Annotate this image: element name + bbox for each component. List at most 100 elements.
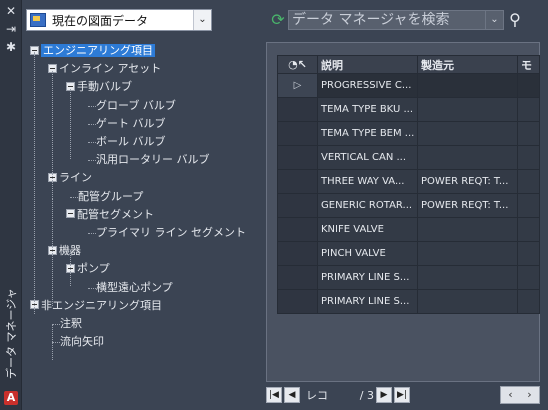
table-row[interactable]: PRIMARY LINE S... [277, 265, 540, 290]
pin-icon[interactable]: ⇥ [4, 22, 18, 36]
row-selector[interactable] [277, 193, 318, 218]
tree-node[interactable]: 横型遠心ポンプ [88, 280, 173, 296]
row-selector[interactable] [277, 169, 318, 194]
record-count: / 3 [359, 388, 374, 402]
tree-node[interactable]: エンジニアリング項目 [30, 43, 155, 59]
cell-description[interactable]: THREE WAY VA... [317, 169, 418, 194]
cell-manufacturer[interactable] [417, 265, 518, 290]
row-selector[interactable] [277, 217, 318, 242]
drawing-data-selector[interactable]: 現在の図面データ ⌄ [26, 9, 212, 31]
tree-node[interactable]: 配管グループ [70, 189, 143, 205]
cell-description[interactable]: VERTICAL CAN ... [317, 145, 418, 170]
cell-model[interactable] [517, 145, 540, 170]
tree-node-label: ポンプ [77, 262, 110, 276]
tree-node[interactable]: 手動バルブ [66, 79, 132, 95]
cell-manufacturer[interactable]: POWER REQT: T... [417, 169, 518, 194]
tree-node[interactable]: インライン アセット [48, 61, 161, 77]
tree-guide-line [52, 324, 53, 360]
cell-description[interactable]: PRIMARY LINE S... [317, 289, 418, 314]
cell-model[interactable] [517, 217, 540, 242]
tree-node[interactable]: グローブ バルブ [88, 98, 176, 114]
tree-node-label: プライマリ ライン セグメント [96, 226, 246, 239]
table-row[interactable]: ▷ PROGRESSIVE C... [277, 73, 540, 98]
tree-connector [52, 342, 60, 344]
autocad-logo-icon[interactable]: A [4, 391, 18, 405]
search-dropdown-chevron-icon[interactable]: ⌄ [486, 10, 504, 30]
collapse-toggle-icon[interactable] [66, 209, 75, 219]
cell-description[interactable]: PRIMARY LINE S... [317, 265, 418, 290]
cell-manufacturer[interactable] [417, 97, 518, 122]
cell-description[interactable]: KNIFE VALVE [317, 217, 418, 242]
tree-connector [88, 142, 96, 143]
row-selector[interactable] [277, 121, 318, 146]
cell-model[interactable] [517, 193, 540, 218]
table-row[interactable]: PRIMARY LINE S... [277, 289, 540, 314]
tree-node-label: 流向矢印 [60, 335, 104, 349]
tree-node[interactable]: ライン [48, 170, 92, 186]
cell-model[interactable] [517, 121, 540, 146]
table-row[interactable]: GENERIC ROTAR... POWER REQT: T... [277, 193, 540, 218]
cursor-select-icon[interactable]: ◔↖ [288, 58, 307, 71]
drawing-icon [30, 13, 46, 27]
refresh-icon[interactable]: ⟳ [268, 10, 288, 30]
cell-description[interactable]: PROGRESSIVE C... [317, 73, 418, 98]
tree-node[interactable]: 注釈 [52, 316, 82, 332]
scroll-left-icon[interactable]: ‹ [501, 387, 520, 403]
cell-model[interactable] [517, 265, 540, 290]
cell-model[interactable] [517, 289, 540, 314]
tree-connector [88, 287, 96, 289]
cell-description[interactable]: GENERIC ROTAR... [317, 193, 418, 218]
row-selector[interactable] [277, 97, 318, 122]
tree-node[interactable]: ゲート バルブ [88, 116, 166, 132]
tree-connector [88, 233, 96, 234]
table-row[interactable]: TEMA TYPE BEM ... [277, 121, 540, 146]
column-header-model[interactable]: モ [517, 55, 540, 74]
tree-node[interactable]: 流向矢印 [52, 334, 104, 350]
current-row-indicator-icon[interactable]: ▷ [277, 73, 318, 98]
tree-node-label: グローブ バルブ [96, 98, 176, 112]
tree-node[interactable]: プライマリ ライン セグメント [88, 225, 246, 241]
cell-manufacturer[interactable] [417, 289, 518, 314]
close-icon[interactable]: ✕ [4, 4, 18, 18]
cell-model[interactable] [517, 97, 540, 122]
tree-node[interactable]: 非エンジニアリング項目 [30, 298, 162, 314]
column-header-manufacturer[interactable]: 製造元 [417, 55, 518, 74]
first-record-button[interactable]: |◀ [266, 387, 282, 403]
chevron-down-icon[interactable]: ⌄ [193, 10, 211, 30]
row-selector[interactable] [277, 241, 318, 266]
scroll-right-icon[interactable]: › [520, 387, 539, 403]
row-select-header[interactable]: ◔↖ [277, 55, 318, 74]
row-selector[interactable] [277, 265, 318, 290]
tree-node[interactable]: ポンプ [66, 261, 110, 277]
column-header-description[interactable]: 説明 [317, 55, 418, 74]
cell-manufacturer[interactable] [417, 121, 518, 146]
previous-record-button[interactable]: ◀ [284, 387, 300, 403]
cell-model[interactable] [517, 73, 540, 98]
cell-description[interactable]: TEMA TYPE BKU ... [317, 97, 418, 122]
table-row[interactable]: PINCH VALVE [277, 241, 540, 266]
search-input[interactable]: データ マネージャを検索 [288, 10, 486, 30]
row-selector[interactable] [277, 289, 318, 314]
cell-manufacturer[interactable] [417, 217, 518, 242]
search-icon[interactable]: ⚲ [504, 10, 526, 30]
table-row[interactable]: THREE WAY VA... POWER REQT: T... [277, 169, 540, 194]
cell-model[interactable] [517, 241, 540, 266]
table-row[interactable]: VERTICAL CAN ... [277, 145, 540, 170]
tree-node[interactable]: 汎用ロータリー バルブ [88, 152, 210, 168]
next-record-button[interactable]: ▶ [376, 387, 392, 403]
cell-manufacturer[interactable]: POWER REQT: T... [417, 193, 518, 218]
last-record-button[interactable]: ▶| [394, 387, 410, 403]
cell-manufacturer[interactable] [417, 241, 518, 266]
properties-icon[interactable]: ✱ [4, 40, 18, 54]
table-row[interactable]: TEMA TYPE BKU ... [277, 97, 540, 122]
cell-manufacturer[interactable] [417, 73, 518, 98]
tree-node[interactable]: 配管セグメント [66, 207, 154, 223]
table-row[interactable]: KNIFE VALVE [277, 217, 540, 242]
data-grid: ◔↖ 説明 製造元 モ ▷ PROGRESSIVE C... TEMA TYPE B… [277, 55, 540, 314]
cell-manufacturer[interactable] [417, 145, 518, 170]
cell-description[interactable]: TEMA TYPE BEM ... [317, 121, 418, 146]
row-selector[interactable] [277, 145, 318, 170]
cell-model[interactable] [517, 169, 540, 194]
cell-description[interactable]: PINCH VALVE [317, 241, 418, 266]
tree-node[interactable]: ボール バルブ [88, 134, 166, 150]
